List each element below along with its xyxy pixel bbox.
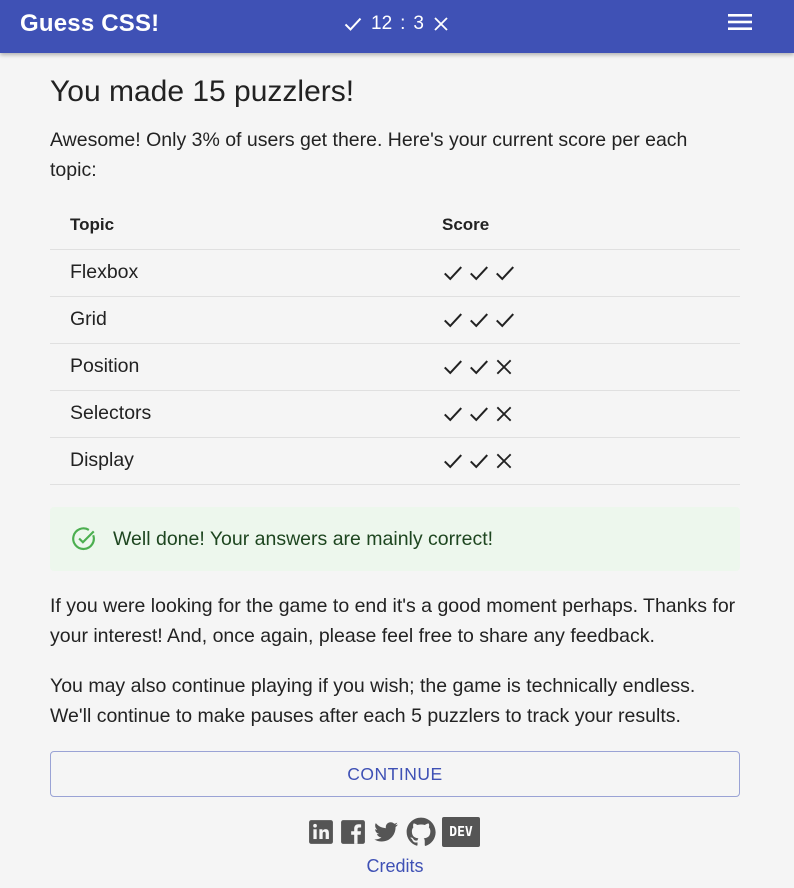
header-score: Score [442,202,740,250]
twitter-icon[interactable] [372,819,400,845]
check-icon [442,356,464,378]
credits-link[interactable]: Credits [50,856,740,877]
table-row: Flexbox [50,249,740,297]
check-circle-icon [71,526,97,552]
check-icon [442,403,464,425]
check-icon [468,356,490,378]
continue-message: You may also continue playing if you wis… [50,675,696,727]
close-icon [432,15,450,33]
app-bar: Guess CSS! 12 : 3 [0,0,794,53]
topic-name: Position [50,343,442,391]
topic-score [442,296,740,344]
topic-name: Display [50,437,442,485]
check-icon [442,262,464,284]
table-header-row: Topic Score [50,202,740,250]
linkedin-icon[interactable] [308,819,334,845]
table-row: Display [50,437,740,485]
close-icon [494,404,514,424]
app-title: Guess CSS! [20,10,160,37]
check-icon [442,309,464,331]
check-icon [442,450,464,472]
wrong-count: 3 [413,13,424,34]
score-marks [442,356,740,378]
correct-count: 12 [371,13,393,34]
header-topic: Topic [50,202,442,250]
facebook-icon[interactable] [340,819,366,845]
table-row: Selectors [50,390,740,438]
score-counter: 12 : 3 [343,12,450,36]
check-icon [468,450,490,472]
score-marks [442,309,740,331]
github-icon[interactable] [406,817,436,847]
menu-icon [728,12,752,37]
social-links: DEV [308,816,480,848]
topic-score [442,343,740,391]
topic-name: Flexbox [50,249,442,297]
dev-label: DEV [449,824,473,840]
score-table: Topic Score Flexbox Grid Position Selectors… [50,202,740,485]
page-title: You made 15 puzzlers! [50,75,355,108]
check-icon [468,262,490,284]
continue-button[interactable]: CONTINUE [50,751,740,797]
close-icon [494,357,514,377]
table-row: Position [50,343,740,391]
topic-name: Grid [50,296,442,344]
check-icon [494,262,516,284]
end-message: If you were looking for the game to end … [50,595,736,647]
check-icon [468,309,490,331]
close-icon [494,451,514,471]
intro-text: Awesome! Only 3% of users get there. Her… [50,129,688,181]
score-separator: : [400,13,406,34]
score-marks [442,403,740,425]
topic-score [442,437,740,485]
score-marks [442,450,740,472]
menu-button[interactable] [724,10,756,38]
check-icon [494,309,516,331]
topic-name: Selectors [50,390,442,438]
dev-icon[interactable]: DEV [442,817,480,847]
table-row: Grid [50,296,740,344]
check-icon [468,403,490,425]
success-alert: Well done! Your answers are mainly corre… [50,507,740,571]
score-marks [442,262,740,284]
check-icon [343,14,363,34]
topic-score [442,390,740,438]
topic-score [442,249,740,297]
alert-message: Well done! Your answers are mainly corre… [113,527,494,550]
